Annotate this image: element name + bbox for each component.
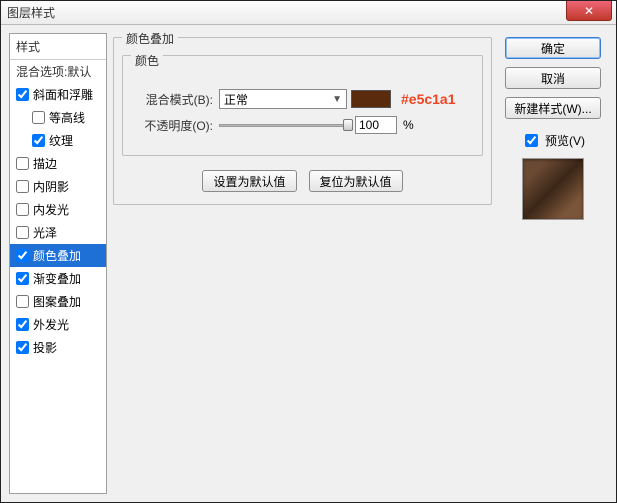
style-checkbox[interactable] <box>16 180 29 193</box>
style-item-5[interactable]: 内发光 <box>10 198 106 221</box>
style-item-label: 纹理 <box>49 132 73 149</box>
preview-checkbox-row[interactable]: 预览(V) <box>521 131 585 150</box>
styles-list: 样式 混合选项:默认 斜面和浮雕等高线纹理描边内阴影内发光光泽颜色叠加渐变叠加图… <box>9 33 107 494</box>
color-overlay-group: 颜色叠加 颜色 混合模式(B): 正常 ▼ #e5c1a1 不透明度(O): <box>113 37 492 205</box>
style-checkbox[interactable] <box>16 318 29 331</box>
style-item-label: 渐变叠加 <box>33 270 81 287</box>
style-checkbox[interactable] <box>16 88 29 101</box>
layer-style-dialog: 图层样式 ✕ 样式 混合选项:默认 斜面和浮雕等高线纹理描边内阴影内发光光泽颜色… <box>0 0 617 503</box>
style-checkbox[interactable] <box>16 157 29 170</box>
blend-mode-label: 混合模式(B): <box>135 91 213 108</box>
color-swatch[interactable] <box>351 90 391 108</box>
styles-header: 样式 <box>10 34 106 60</box>
percent-label: % <box>403 118 414 132</box>
style-item-1[interactable]: 等高线 <box>10 106 106 129</box>
blend-mode-select[interactable]: 正常 ▼ <box>219 89 347 109</box>
style-item-label: 内阴影 <box>33 178 69 195</box>
style-item-10[interactable]: 外发光 <box>10 313 106 336</box>
style-item-label: 斜面和浮雕 <box>33 86 93 103</box>
style-checkbox[interactable] <box>16 272 29 285</box>
style-checkbox[interactable] <box>16 226 29 239</box>
style-item-label: 光泽 <box>33 224 57 241</box>
opacity-input[interactable] <box>355 116 397 134</box>
blend-mode-value: 正常 <box>224 91 248 108</box>
color-hex-annotation: #e5c1a1 <box>401 91 456 107</box>
ok-button[interactable]: 确定 <box>505 37 601 59</box>
blend-options-label[interactable]: 混合选项:默认 <box>10 60 106 83</box>
opacity-row: 不透明度(O): % <box>135 115 470 135</box>
style-item-label: 图案叠加 <box>33 293 81 310</box>
color-subgroup: 颜色 混合模式(B): 正常 ▼ #e5c1a1 不透明度(O): <box>122 55 483 156</box>
preview-checkbox[interactable] <box>525 134 538 147</box>
style-item-label: 外发光 <box>33 316 69 333</box>
reset-default-button[interactable]: 复位为默认值 <box>309 170 403 192</box>
style-checkbox[interactable] <box>16 249 29 262</box>
titlebar: 图层样式 ✕ <box>1 1 616 25</box>
chevron-down-icon: ▼ <box>332 94 342 105</box>
style-item-6[interactable]: 光泽 <box>10 221 106 244</box>
style-item-label: 描边 <box>33 155 57 172</box>
settings-panel: 颜色叠加 颜色 混合模式(B): 正常 ▼ #e5c1a1 不透明度(O): <box>113 33 492 494</box>
style-checkbox[interactable] <box>16 341 29 354</box>
close-button[interactable]: ✕ <box>566 1 612 21</box>
style-checkbox[interactable] <box>32 111 45 124</box>
style-item-4[interactable]: 内阴影 <box>10 175 106 198</box>
color-subgroup-title: 颜色 <box>131 52 163 69</box>
cancel-button[interactable]: 取消 <box>505 67 601 89</box>
action-panel: 确定 取消 新建样式(W)... 预览(V) <box>498 37 608 494</box>
style-item-label: 内发光 <box>33 201 69 218</box>
slider-track <box>219 124 347 127</box>
style-item-label: 等高线 <box>49 109 85 126</box>
style-item-3[interactable]: 描边 <box>10 152 106 175</box>
preview-thumbnail <box>522 158 584 220</box>
opacity-label: 不透明度(O): <box>135 117 213 134</box>
style-item-2[interactable]: 纹理 <box>10 129 106 152</box>
style-item-11[interactable]: 投影 <box>10 336 106 359</box>
opacity-slider[interactable] <box>219 115 347 135</box>
set-default-button[interactable]: 设置为默认值 <box>202 170 296 192</box>
defaults-row: 设置为默认值 复位为默认值 <box>122 170 483 192</box>
preview-label: 预览(V) <box>545 132 585 149</box>
style-item-label: 投影 <box>33 339 57 356</box>
style-item-label: 颜色叠加 <box>33 247 81 264</box>
close-icon: ✕ <box>584 4 594 18</box>
group-title: 颜色叠加 <box>122 30 178 47</box>
style-item-7[interactable]: 颜色叠加 <box>10 244 106 267</box>
slider-thumb[interactable] <box>343 119 353 131</box>
new-style-button[interactable]: 新建样式(W)... <box>505 97 601 119</box>
style-item-9[interactable]: 图案叠加 <box>10 290 106 313</box>
style-checkbox[interactable] <box>32 134 45 147</box>
content-area: 样式 混合选项:默认 斜面和浮雕等高线纹理描边内阴影内发光光泽颜色叠加渐变叠加图… <box>1 25 616 502</box>
style-item-8[interactable]: 渐变叠加 <box>10 267 106 290</box>
window-title: 图层样式 <box>7 4 55 21</box>
style-item-0[interactable]: 斜面和浮雕 <box>10 83 106 106</box>
style-checkbox[interactable] <box>16 295 29 308</box>
style-checkbox[interactable] <box>16 203 29 216</box>
blend-mode-row: 混合模式(B): 正常 ▼ #e5c1a1 <box>135 89 470 109</box>
